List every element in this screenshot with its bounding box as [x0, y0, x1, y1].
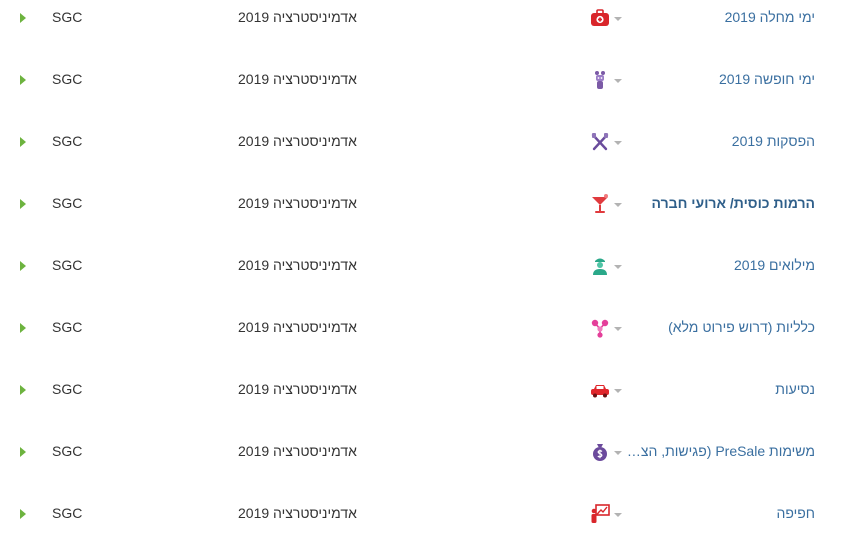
icon-dropdown-caret[interactable]	[614, 79, 622, 83]
cocktail-glass-icon[interactable]	[589, 193, 611, 215]
task-row: SGC אדמיניסטרציה 2019 חפיפה	[0, 496, 852, 547]
task-row: SGC אדמיניסטרציה 2019 נסיעות	[0, 372, 852, 434]
task-name[interactable]: כלליות (דרוש פירוט מלא)	[668, 319, 815, 335]
project-name: אדמיניסטרציה 2019	[238, 319, 357, 335]
task-row: SGC אדמיניסטרציה 2019 ימי חופשה 2019	[0, 62, 852, 124]
robot-icon[interactable]	[589, 69, 611, 91]
project-name: אדמיניסטרציה 2019	[238, 195, 357, 211]
client-name: SGC	[52, 71, 83, 87]
project-name: אדמיניסטרציה 2019	[238, 381, 357, 397]
project-name: אדמיניסטרציה 2019	[238, 443, 357, 459]
task-row: SGC אדמיניסטרציה 2019 כלליות (דרוש פירוט…	[0, 310, 852, 372]
client-name: SGC	[52, 443, 83, 459]
project-name: אדמיניסטרציה 2019	[238, 133, 357, 149]
client-name: SGC	[52, 9, 83, 25]
expand-arrow-icon[interactable]	[20, 447, 26, 457]
client-name: SGC	[52, 381, 83, 397]
icon-dropdown-caret[interactable]	[614, 203, 622, 207]
first-aid-kit-icon[interactable]	[589, 7, 611, 29]
task-list: SGC אדמיניסטרציה 2019 ימי מחלה 2019 SGC …	[0, 0, 852, 547]
presentation-icon[interactable]	[589, 503, 611, 525]
expand-arrow-icon[interactable]	[20, 137, 26, 147]
client-name: SGC	[52, 319, 83, 335]
client-name: SGC	[52, 505, 83, 521]
expand-arrow-icon[interactable]	[20, 13, 26, 23]
client-name: SGC	[52, 195, 83, 211]
icon-dropdown-caret[interactable]	[614, 451, 622, 455]
task-name[interactable]: משימות PreSale (פגישות, הצעות מחיר)	[625, 443, 815, 459]
expand-arrow-icon[interactable]	[20, 323, 26, 333]
icon-dropdown-caret[interactable]	[614, 17, 622, 21]
icon-dropdown-caret[interactable]	[614, 513, 622, 517]
task-name[interactable]: הרמות כוסית/ ארועי חברה	[652, 195, 815, 211]
task-row: SGC אדמיניסטרציה 2019 הרמות כוסית/ ארועי…	[0, 186, 852, 248]
task-name[interactable]: חפיפה	[776, 505, 815, 521]
task-name[interactable]: ימי מחלה 2019	[725, 9, 815, 25]
expand-arrow-icon[interactable]	[20, 509, 26, 519]
task-row: SGC אדמיניסטרציה 2019 ימי מחלה 2019	[0, 0, 852, 62]
task-name[interactable]: נסיעות	[775, 381, 815, 397]
icon-dropdown-caret[interactable]	[614, 389, 622, 393]
project-name: אדמיניסטרציה 2019	[238, 71, 357, 87]
expand-arrow-icon[interactable]	[20, 261, 26, 271]
money-bag-icon[interactable]	[589, 441, 611, 463]
icon-dropdown-caret[interactable]	[614, 265, 622, 269]
fork-knife-icon[interactable]	[589, 131, 611, 153]
molecule-icon[interactable]	[589, 317, 611, 339]
expand-arrow-icon[interactable]	[20, 199, 26, 209]
project-name: אדמיניסטרציה 2019	[238, 257, 357, 273]
task-name[interactable]: ימי חופשה 2019	[719, 71, 815, 87]
client-name: SGC	[52, 257, 83, 273]
task-name[interactable]: הפסקות 2019	[732, 133, 815, 149]
icon-dropdown-caret[interactable]	[614, 327, 622, 331]
soldier-icon[interactable]	[589, 255, 611, 277]
expand-arrow-icon[interactable]	[20, 385, 26, 395]
client-name: SGC	[52, 133, 83, 149]
task-row: SGC אדמיניסטרציה 2019 משימות PreSale (פג…	[0, 434, 852, 496]
project-name: אדמיניסטרציה 2019	[238, 505, 357, 521]
task-row: SGC אדמיניסטרציה 2019 מילואים 2019	[0, 248, 852, 310]
task-name[interactable]: מילואים 2019	[734, 257, 815, 273]
project-name: אדמיניסטרציה 2019	[238, 9, 357, 25]
expand-arrow-icon[interactable]	[20, 75, 26, 85]
task-row: SGC אדמיניסטרציה 2019 הפסקות 2019	[0, 124, 852, 186]
car-icon[interactable]	[589, 379, 611, 401]
icon-dropdown-caret[interactable]	[614, 141, 622, 145]
